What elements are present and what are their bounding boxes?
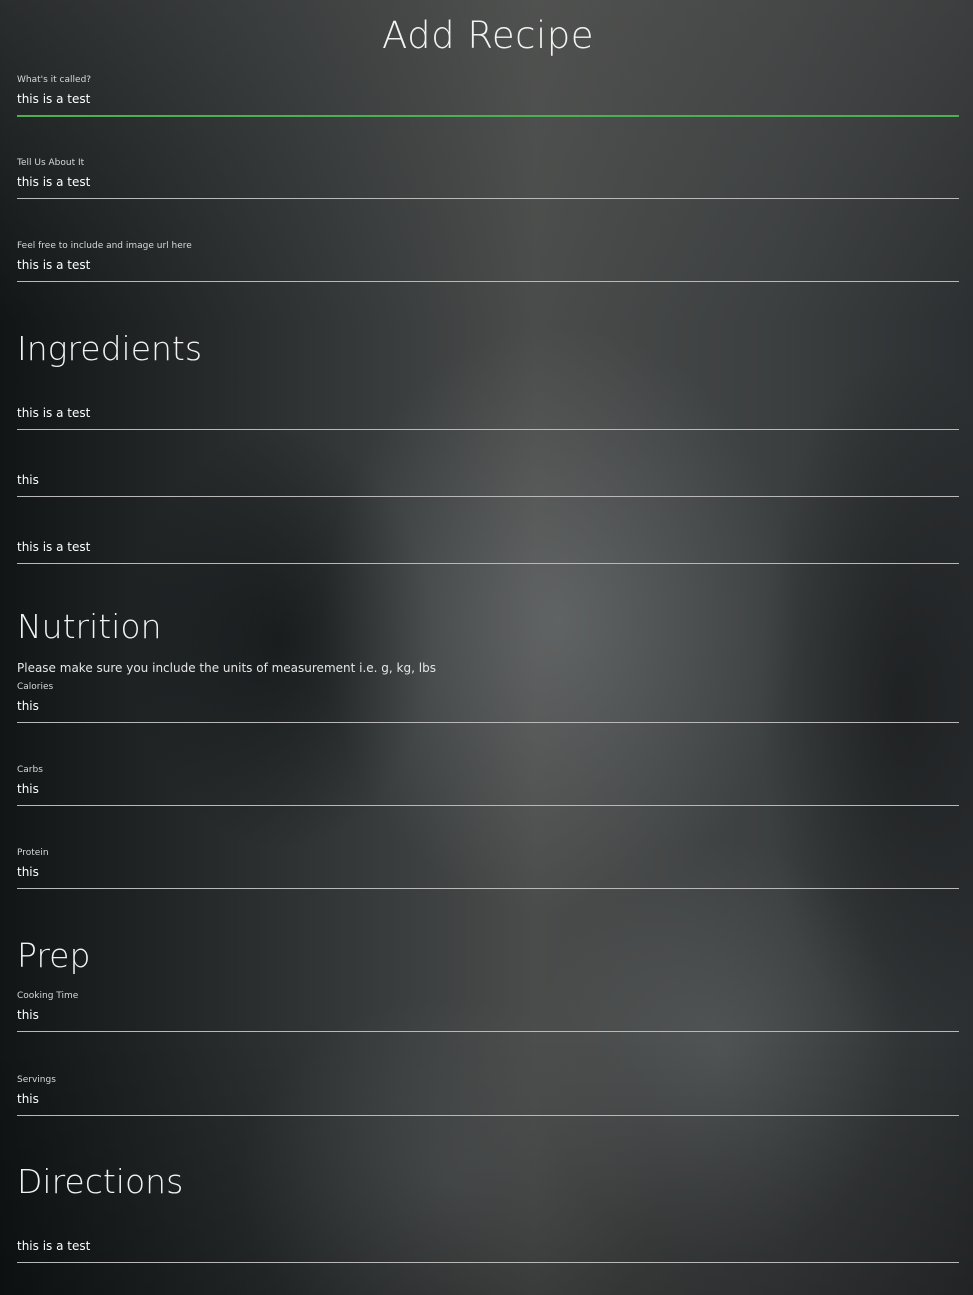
carbs-underline [17, 805, 959, 806]
cooking-time-label: Cooking Time [17, 991, 79, 1001]
servings-field: Servings [17, 1075, 959, 1119]
ingredient-field [17, 389, 959, 433]
calories-underline [17, 722, 959, 723]
image-url-field: Feel free to include and image url here [17, 241, 959, 285]
calories-label: Calories [17, 682, 54, 692]
direction-field [17, 1222, 959, 1266]
cooking-time-underline [17, 1031, 959, 1032]
image-url-label: Feel free to include and image url here [17, 241, 192, 251]
servings-underline [17, 1115, 959, 1116]
direction-underline [17, 1262, 959, 1263]
recipe-name-input[interactable] [17, 88, 959, 110]
ingredient-input[interactable] [17, 536, 959, 558]
cooking-time-input[interactable] [17, 1004, 959, 1026]
recipe-name-underline-focused [17, 115, 959, 117]
protein-underline [17, 888, 959, 889]
recipe-name-field: What's it called? [17, 75, 959, 119]
carbs-field: Carbs [17, 765, 959, 809]
units-note: Please make sure you include the units o… [17, 661, 436, 675]
recipe-name-label: What's it called? [17, 75, 92, 85]
page-title: Add Recipe [381, 14, 595, 57]
description-field: Tell Us About It [17, 158, 959, 202]
image-url-input[interactable] [17, 254, 959, 276]
description-input[interactable] [17, 171, 959, 193]
carbs-label: Carbs [17, 765, 43, 775]
ingredient-underline [17, 496, 959, 497]
ingredient-field [17, 456, 959, 500]
calories-input[interactable] [17, 695, 959, 717]
protein-field: Protein [17, 848, 959, 892]
directions-heading: Directions [17, 1162, 184, 1201]
servings-label: Servings [17, 1075, 56, 1085]
cooking-time-field: Cooking Time [17, 991, 959, 1035]
protein-label: Protein [17, 848, 49, 858]
description-underline [17, 198, 959, 199]
carbs-input[interactable] [17, 778, 959, 800]
description-label: Tell Us About It [17, 158, 85, 168]
ingredient-underline [17, 429, 959, 430]
ingredients-heading: Ingredients [17, 329, 203, 368]
nutrition-heading: Nutrition [17, 607, 162, 646]
image-url-underline [17, 281, 959, 282]
protein-input[interactable] [17, 861, 959, 883]
ingredient-underline [17, 563, 959, 564]
prep-heading: Prep [17, 936, 91, 975]
calories-field: Calories [17, 682, 959, 726]
ingredient-input[interactable] [17, 402, 959, 424]
direction-input[interactable] [17, 1235, 959, 1257]
ingredient-input[interactable] [17, 469, 959, 491]
ingredient-field [17, 523, 959, 567]
servings-input[interactable] [17, 1088, 959, 1110]
